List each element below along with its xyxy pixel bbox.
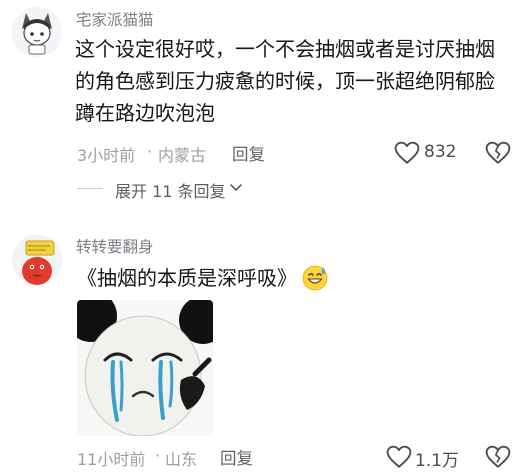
crying-panda-meme-image bbox=[77, 300, 213, 436]
avatar[interactable] bbox=[12, 235, 62, 285]
timestamp: 11小时前 bbox=[77, 450, 146, 469]
red-cartoon-avatar-icon bbox=[12, 235, 62, 285]
broken-heart-icon[interactable] bbox=[485, 444, 511, 470]
grinning-sweat-emoji-icon bbox=[302, 265, 328, 291]
location: 山东 bbox=[165, 450, 198, 469]
reply-button[interactable]: 回复 bbox=[220, 445, 253, 469]
meta-separator: · bbox=[155, 446, 161, 465]
crying-panda-meme[interactable] bbox=[77, 300, 213, 436]
comment-2: 转转要翻身 《抽烟的本质是深呼吸》 11小时前 · 山东 回复 1.1万 bbox=[0, 0, 524, 474]
username[interactable]: 转转要翻身 bbox=[76, 235, 154, 257]
heart-icon[interactable] bbox=[386, 445, 412, 469]
like-count: 1.1万 bbox=[415, 451, 460, 471]
comment-text: 《抽烟的本质是深呼吸》 bbox=[77, 266, 297, 290]
